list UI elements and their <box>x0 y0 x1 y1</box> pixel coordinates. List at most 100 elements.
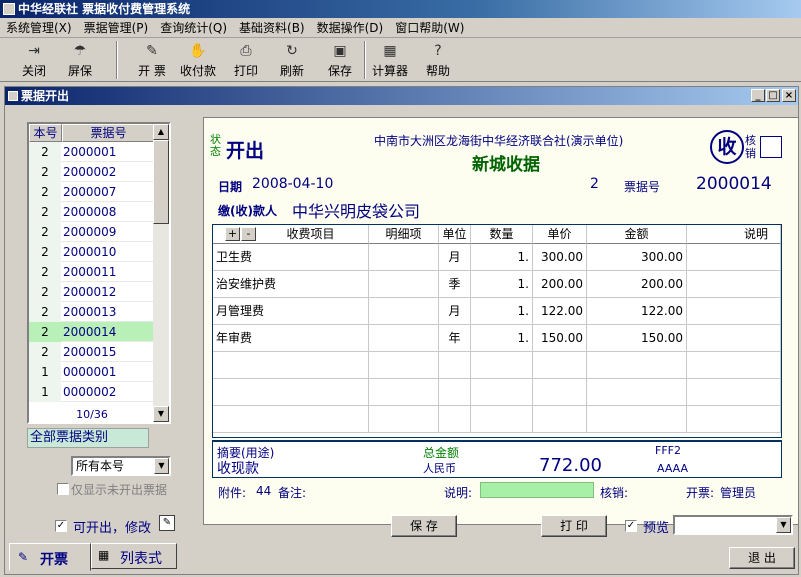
grid-col-header[interactable]: 单位 <box>439 225 471 244</box>
list-item[interactable]: 2 2000013 <box>29 302 155 322</box>
grid-cell-note[interactable] <box>687 406 781 433</box>
grid-cell-note[interactable] <box>687 298 781 325</box>
maximize-button[interactable]: □ <box>766 89 780 102</box>
grid-cell-unit[interactable]: 年 <box>439 325 471 352</box>
editable-checkbox[interactable]: ✓ <box>55 520 67 532</box>
grid-cell-detail[interactable] <box>369 379 439 406</box>
list-item[interactable]: 2 2000002 <box>29 162 155 182</box>
preview-checkbox[interactable]: ✓ <box>625 520 637 532</box>
list-item[interactable]: 2 2000008 <box>29 202 155 222</box>
grid-cell-qty[interactable]: 1. <box>471 325 533 352</box>
grid-cell-qty[interactable] <box>471 406 533 433</box>
scroll-up-icon[interactable]: ▲ <box>153 124 169 140</box>
grid-cell-unit[interactable]: 月 <box>439 298 471 325</box>
payer-value[interactable]: 中华兴明皮袋公司 <box>292 198 420 222</box>
grid-cell-amount[interactable] <box>587 379 687 406</box>
list-item[interactable]: 2 2000014 <box>29 322 155 342</box>
chevron-down-icon[interactable]: ▼ <box>154 458 169 474</box>
menu-data-ops[interactable]: 数据操作(D) <box>311 18 390 36</box>
grid-cell-price[interactable] <box>533 379 587 406</box>
chevron-down-icon[interactable]: ▼ <box>776 517 791 533</box>
menu-system[interactable]: 系统管理(X) <box>0 18 78 36</box>
scroll-thumb[interactable] <box>153 140 169 224</box>
edit-doc-icon[interactable]: ✎ <box>159 515 175 531</box>
grid-cell-detail[interactable] <box>369 406 439 433</box>
list-scrollbar[interactable]: ▲ ▼ <box>153 124 169 422</box>
grid-cell-note[interactable] <box>687 379 781 406</box>
list-item[interactable]: 1 0000002 <box>29 382 155 402</box>
grid-col-header[interactable]: 明细项 <box>369 225 439 244</box>
grid-col-header[interactable]: 单价 <box>533 225 587 244</box>
exit-button[interactable]: 退 出 <box>729 547 795 569</box>
list-item[interactable]: 1 0000001 <box>29 362 155 382</box>
grid-cell-amount[interactable] <box>587 352 687 379</box>
grid-cell-amount[interactable] <box>587 406 687 433</box>
date-value[interactable]: 2008-04-10 <box>252 176 333 192</box>
grid-cell-amount[interactable]: 122.00 <box>587 298 687 325</box>
refresh-button[interactable]: ↻ 刷新 <box>270 40 314 80</box>
grid-cell-qty[interactable]: 1. <box>471 244 533 271</box>
grid-cell-qty[interactable] <box>471 379 533 406</box>
minimize-button[interactable]: _ <box>751 89 765 102</box>
save-button[interactable]: ▣ 保存 <box>318 40 362 80</box>
tab-list[interactable]: ▦ 列表式 <box>91 543 177 569</box>
grid-cell-detail[interactable] <box>369 325 439 352</box>
grid-col-header[interactable]: 数量 <box>471 225 533 244</box>
print-bill-button[interactable]: 打 印 <box>541 515 607 537</box>
grid-cell-unit[interactable]: 季 <box>439 271 471 298</box>
printer-select[interactable]: ▼ <box>673 515 793 535</box>
grid-cell-qty[interactable]: 1. <box>471 298 533 325</box>
list-item[interactable]: 2 2000009 <box>29 222 155 242</box>
grid-cell-item[interactable] <box>213 406 369 433</box>
help-button[interactable]: ? 帮助 <box>416 40 460 80</box>
tab-issue[interactable]: ✎ 开票 <box>9 543 91 571</box>
list-item[interactable]: 2 2000007 <box>29 182 155 202</box>
grid-cell-unit[interactable] <box>439 379 471 406</box>
menu-bills[interactable]: 票据管理(P) <box>78 18 155 36</box>
grid-cell-item[interactable]: 月管理费 <box>213 298 369 325</box>
memo-value[interactable]: 收现款 <box>217 458 259 478</box>
grid-cell-note[interactable] <box>687 352 781 379</box>
list-item[interactable]: 2 2000001 <box>29 142 155 162</box>
grid-cell-unit[interactable] <box>439 352 471 379</box>
grid-cell-item[interactable]: 年审费 <box>213 325 369 352</box>
issue-bill-button[interactable]: ✎ 开 票 <box>130 40 174 80</box>
menu-query[interactable]: 查询统计(Q) <box>154 18 233 36</box>
grid-cell-detail[interactable] <box>369 271 439 298</box>
pay-button[interactable]: ✋ 收付款 <box>176 40 220 80</box>
grid-cell-note[interactable] <box>687 271 781 298</box>
menu-basic-data[interactable]: 基础资料(B) <box>233 18 311 36</box>
grid-cell-detail[interactable] <box>369 298 439 325</box>
add-row-button[interactable]: + <box>225 227 240 241</box>
grid-cell-detail[interactable] <box>369 244 439 271</box>
grid-cell-note[interactable] <box>687 325 781 352</box>
grid-cell-price[interactable]: 200.00 <box>533 271 587 298</box>
calculator-button[interactable]: ▦ 计算器 <box>368 40 412 80</box>
scroll-down-icon[interactable]: ▼ <box>153 406 169 422</box>
list-item[interactable]: 2 2000015 <box>29 342 155 362</box>
list-item[interactable]: 2 2000012 <box>29 282 155 302</box>
grid-cell-price[interactable] <box>533 352 587 379</box>
fee-grid[interactable]: 收费项目 明细项 单位 数量 单价 金额 说明 + - 卫生费月 1. 300.00 300.00 治安… <box>212 224 782 438</box>
close-window-button[interactable]: × <box>782 89 796 102</box>
grid-cell-price[interactable] <box>533 406 587 433</box>
grid-cell-unit[interactable]: 月 <box>439 244 471 271</box>
grid-cell-qty[interactable]: 1. <box>471 271 533 298</box>
attach-value[interactable]: 44 <box>256 484 271 498</box>
grid-col-header[interactable]: 说明 <box>687 225 781 244</box>
grid-cell-amount[interactable]: 300.00 <box>587 244 687 271</box>
grid-cell-price[interactable]: 150.00 <box>533 325 587 352</box>
grid-cell-amount[interactable]: 200.00 <box>587 271 687 298</box>
grid-cell-price[interactable]: 122.00 <box>533 298 587 325</box>
grid-cell-note[interactable] <box>687 244 781 271</box>
print-button[interactable]: ⎙ 打印 <box>224 40 268 80</box>
verify-box[interactable] <box>760 136 782 158</box>
save-bill-button[interactable]: 保 存 <box>391 515 457 537</box>
grid-cell-item[interactable]: 治安维护费 <box>213 271 369 298</box>
col-header-no[interactable]: 票据号 <box>62 124 155 142</box>
bill-list[interactable]: 本号 票据号 2 2000001 2 2000002 2 2000007 2 2000008 2… <box>27 122 171 424</box>
screensaver-button[interactable]: ☂ 屏保 <box>58 40 102 80</box>
grid-cell-detail[interactable] <box>369 352 439 379</box>
col-header-book[interactable]: 本号 <box>29 124 62 142</box>
list-item[interactable]: 2 2000010 <box>29 242 155 262</box>
